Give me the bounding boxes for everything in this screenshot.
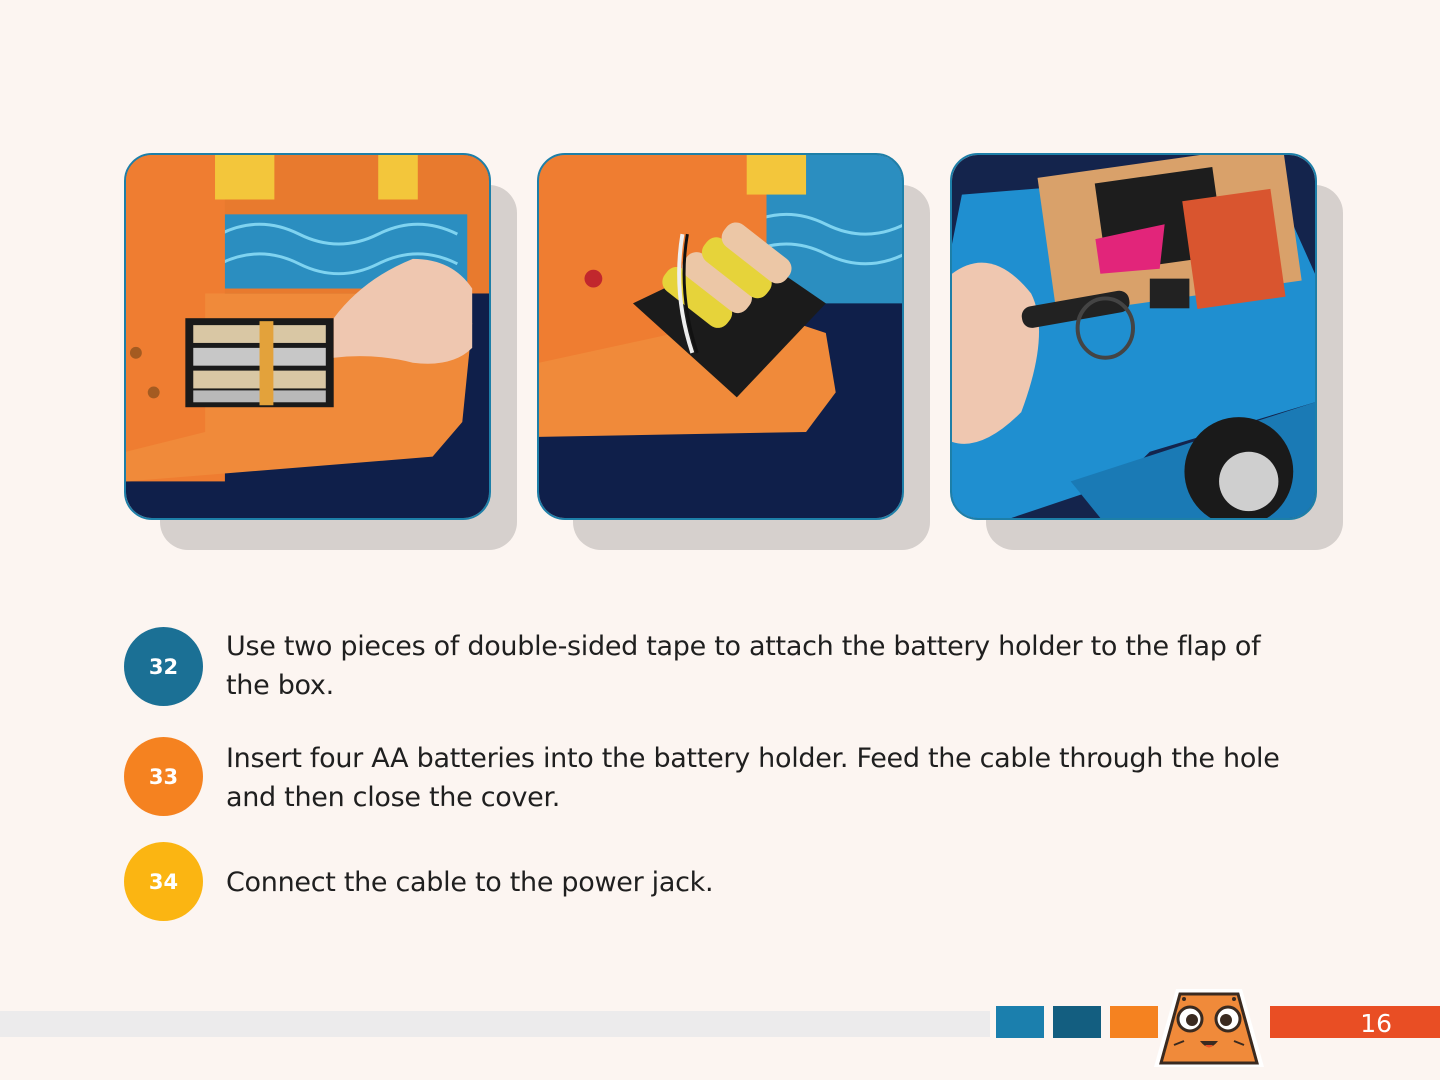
step-number: 33	[148, 764, 179, 789]
photo-battery-holder-tape	[124, 153, 491, 520]
mascot-logo	[1150, 985, 1268, 1071]
photo-step-33	[537, 153, 930, 550]
step-instruction: Insert four AA batteries into the batter…	[226, 743, 1280, 813]
step-instruction: Use two pieces of double-sided tape to a…	[226, 631, 1261, 701]
photo-connect-power-jack	[950, 153, 1317, 520]
step-number-badge: 33	[124, 737, 203, 816]
photo-insert-batteries	[537, 153, 904, 520]
step-number: 32	[148, 654, 179, 679]
step-number-badge: 34	[124, 842, 203, 921]
footer-block-dark-blue	[1053, 1006, 1101, 1038]
photo-step-34	[950, 153, 1343, 550]
step-instruction: Connect the cable to the power jack.	[226, 867, 714, 898]
page-number: 16	[1360, 1009, 1392, 1038]
footer-block-blue	[996, 1006, 1044, 1038]
footer-bar	[0, 1011, 990, 1037]
photo-step-32	[124, 153, 517, 550]
step-number: 34	[148, 869, 179, 894]
step-number-badge: 32	[124, 627, 203, 706]
page-number-bar: 16	[1270, 1006, 1440, 1038]
